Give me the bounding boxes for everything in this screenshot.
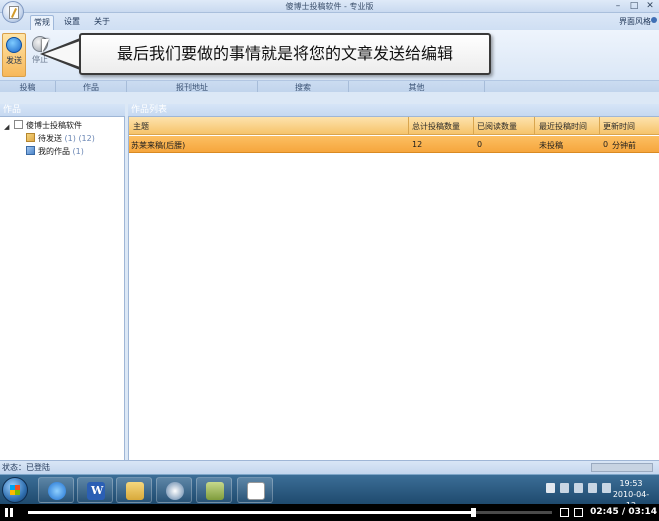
cell-update-unit: 分钟前 [612,141,636,150]
col-last-time[interactable]: 最近投稿时间 [539,121,587,132]
grid-header: 主题 总计投稿数量 已阅读数量 最近投稿时间 更新时间 [129,117,659,135]
status-progress-bar [591,463,653,472]
start-button[interactable] [2,477,28,503]
system-tray [546,483,611,493]
disk-icon [206,482,224,500]
col-updated[interactable]: 更新时间 [603,121,635,132]
app-menu-icon[interactable] [2,1,24,23]
fullscreen-icon[interactable] [560,508,569,517]
taskbar-explorer-button[interactable] [116,477,152,503]
taskbar-disk-button[interactable] [196,477,232,503]
taskbar-word-button[interactable] [77,477,113,503]
my-works-count: (1) [72,147,84,156]
playback-time: 02:45 / 03:14 [590,507,657,517]
tree-item-my-works-label: 我的作品 [38,147,70,156]
pending-count: (1) [64,134,76,143]
browser-icon [48,482,66,500]
send-icon [6,37,22,53]
taskbar-app-button[interactable] [237,477,273,503]
col-subject[interactable]: 主题 [133,121,149,132]
works-tree-panel: 傻博士投稿软件 待发送 (1) (12) 我的作品 (1) [0,117,125,460]
clock-time: 19:53 [619,479,643,488]
callout-arrow-fill [44,41,80,67]
send-label: 发送 [6,56,22,65]
taskbar-ie-button[interactable] [38,477,74,503]
works-list-grid: 主题 总计投稿数量 已阅读数量 最近投稿时间 更新时间 苏莱来稿(后腰) 12 … [128,117,659,460]
close-icon[interactable]: ✕ [645,1,655,11]
help-icon[interactable] [651,17,657,23]
action-center-icon[interactable] [560,483,569,493]
tab-settings[interactable]: 设置 [60,15,84,30]
skin-style-button[interactable]: 界面风格 [619,16,651,27]
expand-icon[interactable] [574,508,583,517]
document-icon [14,120,23,129]
minimize-icon[interactable]: – [613,1,623,11]
folder-icon [126,482,144,500]
cell-subject: 苏莱来稿(后腰) [131,141,186,150]
col-total[interactable]: 总计投稿数量 [412,121,460,132]
power-icon[interactable] [588,483,597,493]
tree-expander-icon[interactable]: ◢ [4,123,9,131]
document-icon [247,482,265,500]
window-controls: – □ ✕ [613,1,655,11]
table-row[interactable]: 苏莱来稿(后腰) 12 0 未投稿 0 分钟前 [129,136,659,153]
seek-handle[interactable] [471,508,477,517]
ribbon-group-labels: 投稿 作品 报刊地址 搜索 其他 [0,80,659,92]
display-icon[interactable] [574,483,583,493]
status-text: 状态：已登陆 [2,463,50,472]
pending-total: (12) [78,134,95,143]
tree-item-my-works[interactable]: 我的作品 (1) [26,146,84,157]
taskbar: 19:53 2010-04-12 [0,474,659,510]
send-button[interactable]: 发送 [2,33,26,77]
cell-read: 0 [477,140,483,149]
tree-root-label: 傻博士投稿软件 [26,121,82,130]
word-icon [87,482,105,500]
cell-update-num: 0 [603,140,609,149]
mouse-cursor-icon [42,39,49,53]
tab-general[interactable]: 常规 [30,15,54,30]
arrow-up-icon[interactable] [546,483,555,493]
col-read[interactable]: 已阅读数量 [477,121,517,132]
works-icon [26,146,35,155]
pause-icon[interactable] [5,508,14,517]
tutorial-callout: 最后我们要做的事情就是将您的文章发送给编辑 [79,33,491,75]
ribbon-tabs: 常规 设置 关于 界面风格 [0,13,659,30]
mail-icon [26,133,35,142]
tree-item-pending-label: 待发送 [38,134,62,143]
tab-about[interactable]: 关于 [90,15,114,30]
works-list-title: 作品列表 [128,104,659,117]
tree-root[interactable]: 傻博士投稿软件 [14,120,82,131]
maximize-icon[interactable]: □ [629,1,639,11]
window-title: 傻博士投稿软件 - 专业版 [285,2,374,11]
video-player-bar: 02:45 / 03:14 [0,504,659,521]
works-panel-title: 作品 [0,104,125,117]
taskbar-network-button[interactable] [156,477,192,503]
seek-bar-fill [28,511,474,514]
title-bar: 傻博士投稿软件 - 专业版 – □ ✕ [0,0,659,13]
cell-total: 12 [412,140,423,149]
tree-item-pending[interactable]: 待发送 (1) (12) [26,133,95,144]
seek-bar[interactable] [28,508,552,517]
network-icon [166,482,184,500]
status-bar: 状态：已登陆 [0,460,659,474]
cell-last-time: 未投稿 [539,141,563,150]
